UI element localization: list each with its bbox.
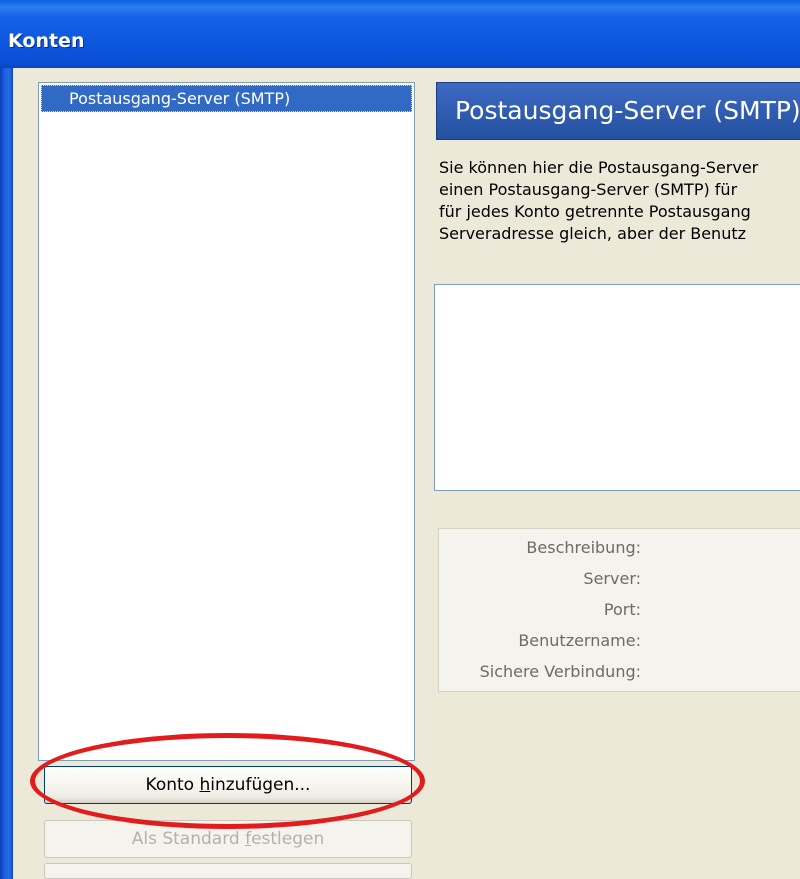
window-title: Konten	[8, 30, 85, 52]
label-description: Beschreibung:	[526, 538, 641, 557]
smtp-server-list[interactable]	[434, 284, 800, 491]
set-default-label-prefix: Als Standard	[131, 829, 246, 849]
add-account-mnemonic: h	[199, 775, 211, 795]
add-account-label-prefix: Konto	[145, 775, 200, 795]
window-border-left	[0, 68, 13, 879]
label-server: Server:	[583, 569, 641, 588]
list-item-smtp-server[interactable]: Postausgang-Server (SMTP)	[41, 85, 412, 112]
label-port: Port:	[603, 600, 641, 619]
title-bar[interactable]: Konten	[0, 0, 800, 68]
add-account-button[interactable]: Konto hinzufügen...	[44, 766, 412, 804]
list-item-label: Postausgang-Server (SMTP)	[69, 89, 291, 108]
set-default-label-suffix: estlegen	[251, 829, 325, 849]
description-line: Serveradresse gleich, aber der Benutz	[439, 224, 747, 243]
description-line: Sie können hier die Postausgang-Server	[439, 158, 759, 177]
server-details-panel: Beschreibung: Server: Port: Benutzername…	[438, 528, 800, 692]
smtp-panel-header: Postausgang-Server (SMTP)	[436, 82, 800, 140]
label-username: Benutzername:	[518, 631, 641, 650]
partial-button[interactable]	[44, 863, 412, 879]
add-account-label-suffix: inzufügen...	[210, 775, 311, 795]
description-line: einen Postausgang-Server (SMTP) für	[439, 180, 738, 199]
accounts-list[interactable]: Postausgang-Server (SMTP)	[38, 82, 415, 761]
set-default-button[interactable]: Als Standard festlegen	[44, 820, 412, 858]
smtp-description: Sie können hier die Postausgang-Server e…	[439, 157, 800, 245]
description-line: für jedes Konto getrennte Postausgang	[439, 202, 751, 221]
label-secure-connection: Sichere Verbindung:	[479, 662, 641, 681]
